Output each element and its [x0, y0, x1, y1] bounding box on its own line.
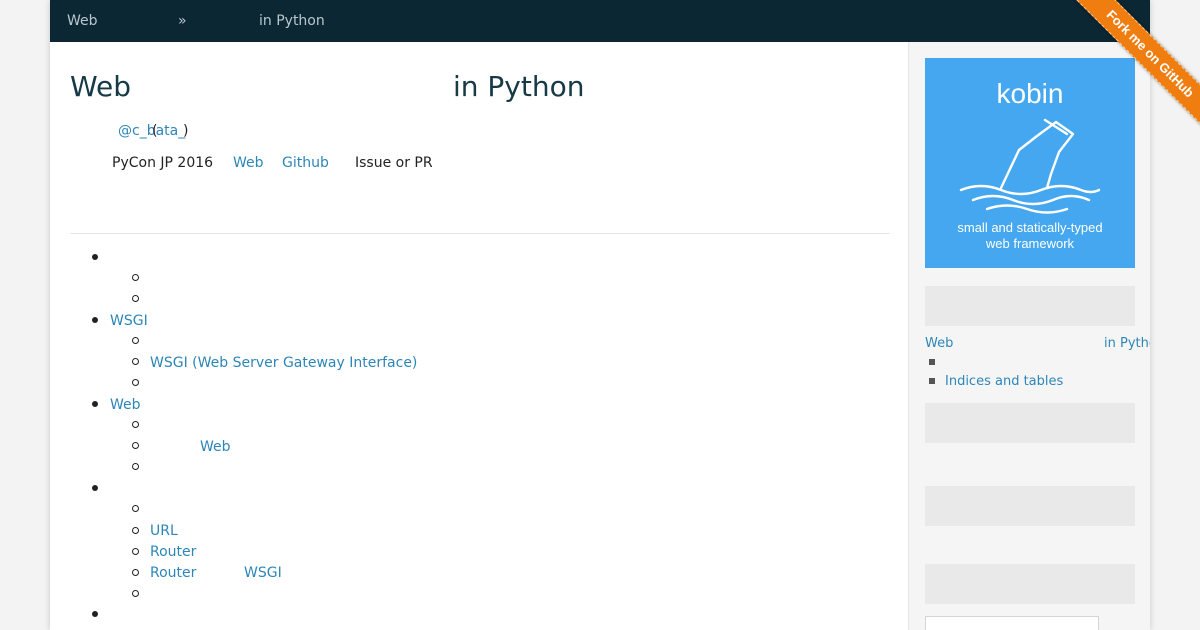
toc-bullet	[92, 317, 98, 323]
event-name: PyCon JP 2016	[112, 155, 214, 171]
toc-sub-bullet	[132, 442, 139, 449]
sidebar-toc-title-right[interactable]: in Python	[1104, 336, 1150, 351]
sidebar-heading-box	[925, 286, 1135, 326]
toc-sub-bullet	[132, 527, 139, 534]
toc-subitem-router[interactable]: Router	[150, 544, 196, 560]
toc-sub-bullet	[132, 421, 139, 428]
toc-sub-bullet	[132, 590, 139, 597]
toc-sub-bullet	[132, 548, 139, 555]
breadcrumb-home-link[interactable]: Web	[67, 13, 98, 29]
toc-bullet	[92, 611, 98, 617]
issue-text: Issue or PR	[355, 155, 433, 171]
sidebar-heading-box	[925, 403, 1135, 443]
fork-ribbon-container: Fork me on GitHub	[1050, 0, 1200, 150]
sidebar-bullet	[929, 378, 935, 384]
toc-bullet	[92, 485, 98, 491]
sidebar-indices-link[interactable]: Indices and tables	[945, 374, 1063, 389]
page-title-right: in Python	[453, 70, 585, 103]
toc-subitem-url[interactable]: URL	[150, 523, 178, 539]
top-navigation-bar: Web » in Python	[50, 0, 1150, 42]
toc-sub-bullet	[132, 505, 139, 512]
toc-sub-bullet	[132, 337, 139, 344]
main-content: Web in Python @c_bata_ ( ) PyCon JP 2016…	[50, 42, 908, 630]
toc-subitem-wsgi-interface[interactable]: WSGI (Web Server Gateway Interface)	[150, 355, 417, 371]
toc-subitem-router-wsgi-b[interactable]: WSGI	[244, 565, 282, 581]
toc-item-wsgi[interactable]: WSGI	[110, 313, 148, 329]
logo-tagline: small and statically-typed web framework	[957, 220, 1103, 251]
toc-subitem-web[interactable]: Web	[200, 439, 231, 455]
sidebar-heading-box	[925, 564, 1135, 604]
toc-item-web[interactable]: Web	[110, 397, 141, 413]
toc-subitem-router-wsgi-a[interactable]: Router	[150, 565, 196, 581]
divider	[70, 233, 890, 234]
paren-open: (	[152, 123, 158, 139]
toc-bullet	[92, 254, 98, 260]
web-link[interactable]: Web	[233, 155, 264, 171]
sidebar-heading-box	[925, 486, 1135, 526]
sidebar-toc-title-left[interactable]: Web	[925, 336, 953, 351]
breadcrumb-current: in Python	[259, 13, 325, 29]
toc-bullet	[92, 401, 98, 407]
toc-sub-bullet	[132, 379, 139, 386]
github-link[interactable]: Github	[282, 155, 329, 171]
page: Web » in Python Web in Python @c_bata_ (…	[50, 0, 1150, 630]
toc-sub-bullet	[132, 463, 139, 470]
breadcrumb-separator: »	[178, 13, 187, 29]
fork-me-on-github-ribbon[interactable]: Fork me on GitHub	[1062, 0, 1200, 142]
toc-sub-bullet	[132, 295, 139, 302]
toc-sub-bullet	[132, 358, 139, 365]
paren-close: )	[183, 123, 189, 139]
toc-sub-bullet	[132, 274, 139, 281]
sidebar-bullet	[929, 359, 935, 365]
search-input[interactable]	[925, 616, 1099, 630]
toc-sub-bullet	[132, 569, 139, 576]
page-title-left: Web	[70, 70, 132, 103]
